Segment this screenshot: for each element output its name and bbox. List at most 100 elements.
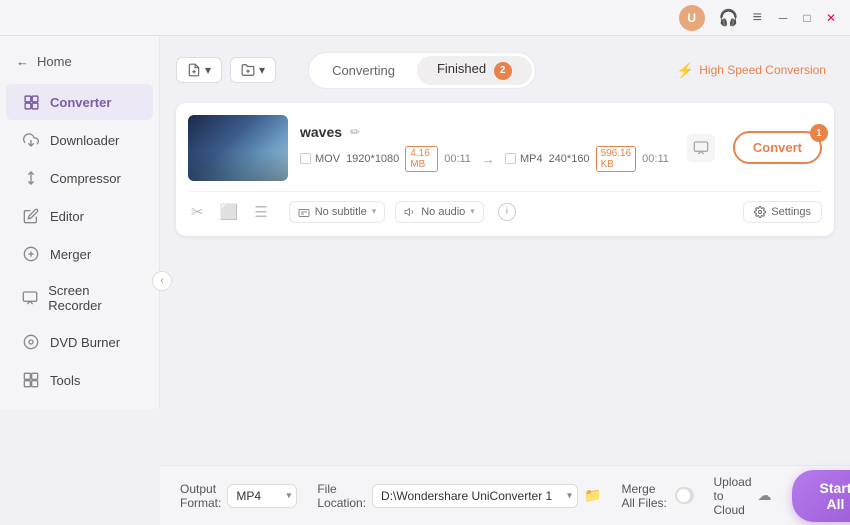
bottom-bar: Output Format: MP4 MOV AVI MKV File Loca…: [160, 465, 850, 525]
source-format-box: MOV: [300, 153, 340, 165]
sidebar-item-tools[interactable]: Tools: [6, 362, 153, 398]
file-info: waves ✏ MOV 1920*1080 4.16 MB 00:11: [300, 124, 669, 172]
upload-cloud-label: Upload to Cloud: [714, 475, 752, 517]
audio-select[interactable]: No audio ▾: [395, 201, 484, 223]
merge-toggle[interactable]: [675, 487, 694, 504]
browse-folder-icon[interactable]: 📁: [584, 487, 601, 504]
tabs: Converting Finished 2: [308, 52, 536, 89]
convert-label: Convert: [753, 140, 802, 155]
add-file-label: ▾: [205, 63, 211, 77]
output-format-field: Output Format: MP4 MOV AVI MKV: [180, 482, 297, 510]
sidebar-item-label: DVD Burner: [50, 335, 120, 350]
cloud-icon[interactable]: ☁: [758, 487, 772, 504]
save-icon[interactable]: [687, 134, 715, 162]
high-speed-label: High Speed Conversion: [699, 63, 826, 77]
file-location-field: File Location: D:\Wondershare UniConvert…: [317, 482, 601, 510]
screen-recorder-icon: [22, 289, 38, 307]
avatar[interactable]: U: [679, 5, 705, 31]
sidebar-item-screen-recorder[interactable]: Screen Recorder: [6, 274, 153, 322]
convert-badge: 1: [810, 124, 828, 142]
target-checkbox[interactable]: [505, 153, 516, 164]
target-format-box: MP4: [505, 153, 543, 165]
merge-files-label: Merge All Files:: [621, 482, 668, 510]
file-name: waves: [300, 124, 342, 140]
target-format: MP4: [520, 153, 543, 165]
subtitle-chevron: ▾: [372, 206, 377, 217]
start-all-button[interactable]: Start All: [792, 470, 850, 522]
editor-icon: [22, 207, 40, 225]
target-resolution: 240*160: [549, 153, 590, 165]
converter-icon: [22, 93, 40, 111]
high-speed-conversion-button[interactable]: ⚡ High Speed Conversion: [669, 58, 834, 83]
file-thumbnail: [188, 115, 288, 181]
sidebar-item-compressor[interactable]: Compressor: [6, 160, 153, 196]
settings-label: Settings: [771, 206, 811, 218]
finished-label: Finished: [437, 61, 486, 76]
sidebar-item-editor[interactable]: Editor: [6, 198, 153, 234]
close-button[interactable]: ✕: [822, 9, 840, 27]
sidebar-item-merger[interactable]: Merger: [6, 236, 153, 272]
merge-files-field: Merge All Files:: [621, 482, 693, 510]
lightning-icon: ⚡: [677, 62, 694, 79]
format-arrow: →: [481, 151, 495, 167]
downloader-icon: [22, 131, 40, 149]
sidebar-item-label: Tools: [50, 373, 80, 388]
info-icon[interactable]: i: [498, 203, 516, 221]
file-location-label: File Location:: [317, 482, 366, 510]
source-checkbox[interactable]: [300, 153, 311, 164]
sidebar-item-converter[interactable]: Converter: [6, 84, 153, 120]
file-location-select[interactable]: D:\Wondershare UniConverter 1: [372, 484, 578, 508]
headset-icon[interactable]: 🎧: [719, 8, 739, 28]
menu-icon[interactable]: ≡: [753, 9, 762, 27]
upload-cloud-field: Upload to Cloud ☁: [714, 475, 772, 517]
convert-button[interactable]: Convert 1: [733, 131, 822, 164]
edit-name-icon[interactable]: ✏: [350, 125, 360, 139]
menu-icon[interactable]: ☰: [251, 200, 270, 224]
add-folder-button[interactable]: ▾: [230, 57, 276, 83]
subtitle-label: No subtitle: [315, 206, 367, 218]
file-row: waves ✏ MOV 1920*1080 4.16 MB 00:11: [188, 115, 822, 181]
subtitle-select[interactable]: No subtitle ▾: [289, 201, 386, 223]
collapse-sidebar-button[interactable]: ‹: [152, 271, 172, 291]
add-folder-label: ▾: [259, 63, 265, 77]
file-card: waves ✏ MOV 1920*1080 4.16 MB 00:11: [176, 103, 834, 236]
sidebar-item-label: Screen Recorder: [48, 283, 137, 313]
sidebar-item-label: Compressor: [50, 171, 121, 186]
title-bar: U 🎧 ≡ ─ □ ✕: [0, 0, 850, 36]
minimize-button[interactable]: ─: [774, 9, 792, 27]
audio-label: No audio: [421, 206, 465, 218]
add-file-button[interactable]: ▾: [176, 57, 222, 83]
sidebar-item-label: Merger: [50, 247, 91, 262]
source-duration: 00:11: [444, 153, 471, 165]
tab-finished[interactable]: Finished 2: [417, 56, 532, 85]
finished-badge: 2: [494, 62, 512, 80]
merger-icon: [22, 245, 40, 263]
sidebar: ← Home Converter: [0, 36, 160, 409]
add-buttons: ▾ ▾: [176, 57, 276, 83]
content-area: ▾ ▾ Converting Finished 2: [160, 36, 850, 525]
sidebar-item-dvd-burner[interactable]: DVD Burner: [6, 324, 153, 360]
source-resolution: 1920*1080: [346, 153, 399, 165]
sidebar-item-downloader[interactable]: Downloader: [6, 122, 153, 158]
home-label: Home: [37, 54, 72, 69]
back-icon: ←: [16, 54, 29, 69]
dvd-burner-icon: [22, 333, 40, 351]
target-duration: 00:11: [642, 153, 669, 165]
audio-chevron: ▾: [470, 206, 475, 217]
source-size: 4.16 MB: [405, 146, 438, 172]
target-size: 596.16 KB: [596, 146, 637, 172]
tab-converting[interactable]: Converting: [312, 56, 415, 85]
output-format-select[interactable]: MP4 MOV AVI MKV: [227, 484, 297, 508]
sidebar-item-label: Editor: [50, 209, 84, 224]
maximize-button[interactable]: □: [798, 9, 816, 27]
sidebar-item-label: Downloader: [50, 133, 119, 148]
top-bar: ▾ ▾ Converting Finished 2: [176, 52, 834, 89]
crop-icon[interactable]: ⬜: [217, 200, 242, 224]
source-format: MOV: [315, 153, 340, 165]
scissors-icon[interactable]: ✂: [188, 200, 207, 224]
settings-button[interactable]: Settings: [743, 201, 822, 223]
sidebar-item-label: Converter: [50, 95, 111, 110]
output-format-label: Output Format:: [180, 482, 221, 510]
file-actions: ✂ ⬜ ☰ No subtitle ▾: [188, 191, 822, 224]
sidebar-home[interactable]: ← Home: [0, 46, 159, 77]
